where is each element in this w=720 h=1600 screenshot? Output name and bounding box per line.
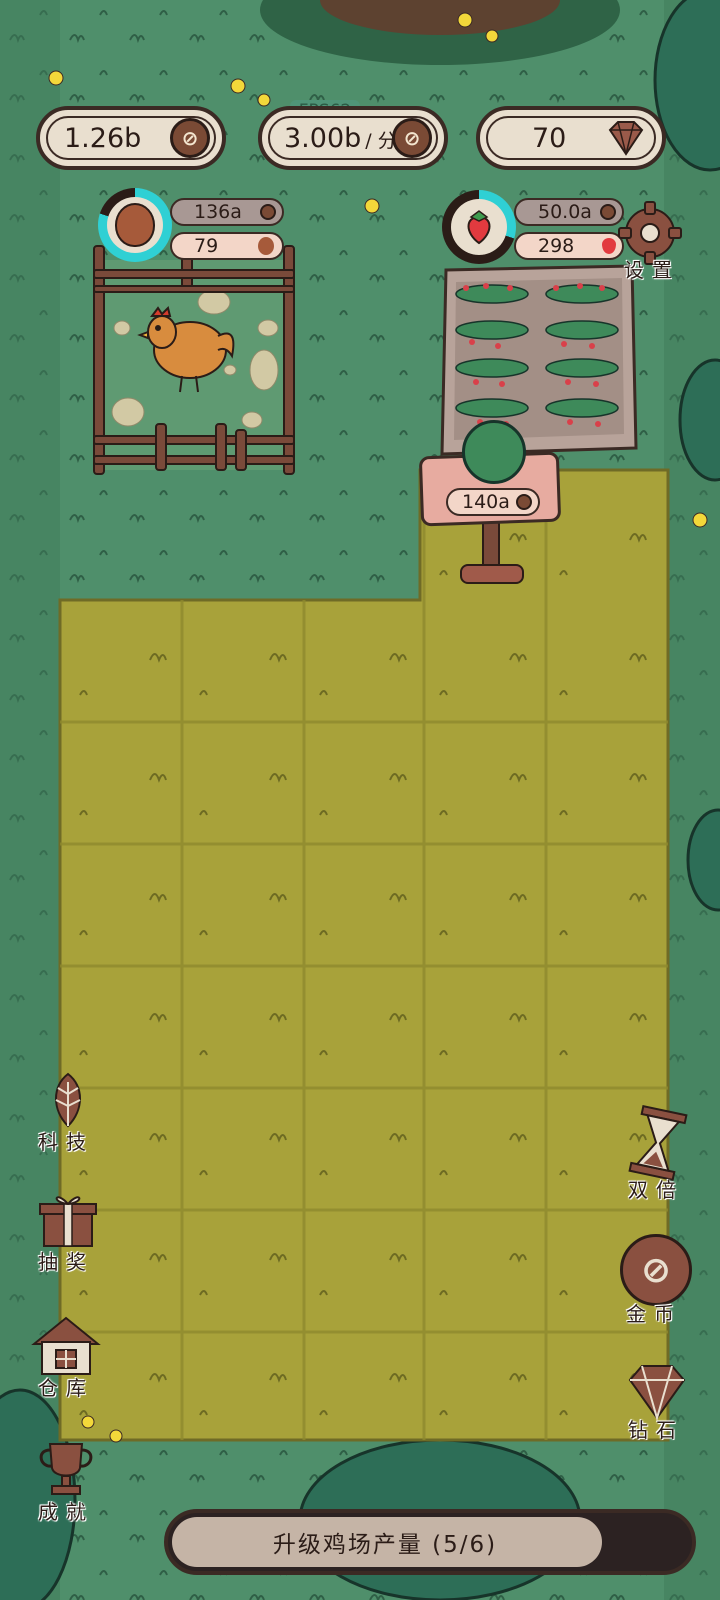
coop-price: 136a [194,201,242,223]
achievements-button[interactable]: 成就 [30,1440,104,1524]
strawberry-price-pill[interactable]: 50.0a [514,198,624,226]
trophy-icon [39,1443,93,1495]
lottery-label: 抽奖 [38,1250,94,1274]
double-label: 双倍 [628,1178,684,1202]
gift-icon [39,1196,97,1247]
achievements-label: 成就 [38,1500,94,1524]
coin-balance: 1.26b [64,122,142,154]
upgrade-progress-label: 升级鸡场产量 (5/6) [272,1532,498,1558]
coin-icon: ⊘ [620,1234,692,1306]
egg-count: 79 [194,235,219,257]
coin-icon: ⊘ [392,118,432,158]
tech-button[interactable]: 科技 [34,1070,104,1154]
diamond-shop-button[interactable]: 钻石 [618,1362,700,1448]
sign-price: 140a [462,491,510,513]
warehouse-button[interactable]: 仓库 [28,1314,106,1400]
strawberry-progress-ring [442,190,516,264]
settings-label: 设置 [624,258,680,282]
coop-price-pill[interactable]: 136a [170,198,284,226]
coin-icon [260,204,276,220]
bush-icon [462,420,526,484]
chicken-coop[interactable] [92,240,298,480]
double-button[interactable]: 双倍 [618,1104,698,1202]
strawberry-count: 298 [538,235,575,257]
income-rate: 3.00b [284,122,362,154]
house-icon [31,1316,101,1375]
upgrade-progress-bar[interactable]: 升级鸡场产量 (5/6) [164,1509,696,1575]
egg-progress-ring [98,188,172,262]
strawberry-price: 50.0a [538,201,592,223]
strawberry-icon [467,210,491,245]
strawberry-count-pill: 298 [514,232,624,260]
egg-icon [258,237,274,255]
sign-price-pill: 140a [446,488,540,516]
diamond-icon [628,1365,686,1422]
hourglass-icon [628,1104,688,1182]
diamond-balance-pill: 70 [476,106,666,170]
unlock-sign[interactable]: 140a [418,420,562,586]
coin-balance-pill: 1.26b ⊘ [36,106,226,170]
warehouse-label: 仓库 [38,1376,94,1400]
leaf-icon [55,1072,81,1128]
settings-button[interactable]: 设置 [612,198,688,282]
diamond-balance: 70 [532,122,567,154]
egg-icon [115,203,155,247]
diamond-shop-label: 钻石 [628,1418,684,1442]
lottery-button[interactable]: 抽奖 [32,1190,106,1274]
income-rate-pill: 3.00b / 分 ⊘ [258,106,448,170]
diamond-icon [608,121,644,156]
coins-shop-button[interactable]: ⊘ 金币 [616,1234,700,1330]
coins-shop-label: 金币 [626,1302,682,1326]
tech-label: 科技 [38,1130,94,1154]
egg-count-pill: 79 [170,232,284,260]
coin-icon: ⊘ [170,118,210,158]
coin-icon [516,494,532,510]
